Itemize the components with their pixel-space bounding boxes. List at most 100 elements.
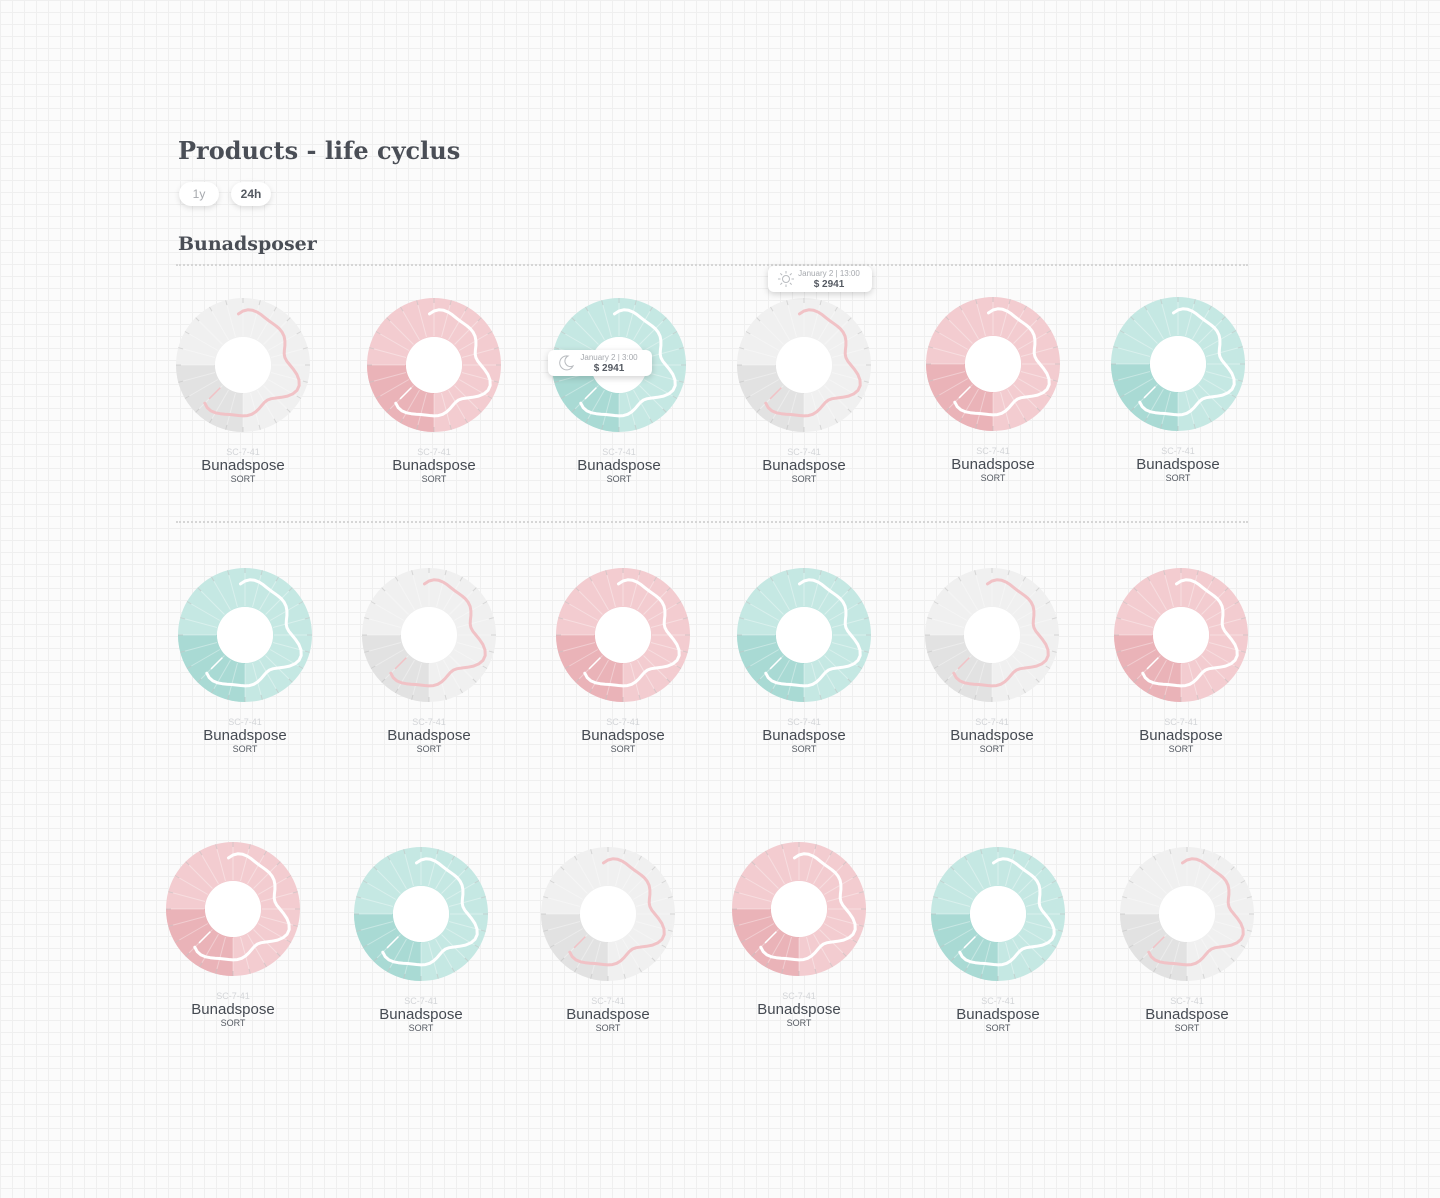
product-name: Bunadspose xyxy=(762,457,846,474)
product-name: Bunadspose xyxy=(387,727,471,744)
product-name: Bunadspose xyxy=(1145,1006,1229,1023)
product-name: Bunadspose xyxy=(956,1006,1040,1023)
life-cycle-donut[interactable] xyxy=(736,297,872,433)
product-variant: SORT xyxy=(786,1018,812,1028)
donut-hole xyxy=(965,336,1021,392)
product-sku: SC-7-41 xyxy=(228,717,262,727)
product-variant: SORT xyxy=(979,744,1005,754)
product-card[interactable]: SC-7-41 Bunadspose SORT xyxy=(177,567,313,757)
donut-hole xyxy=(1153,607,1209,663)
life-cycle-donut[interactable] xyxy=(165,841,301,977)
product-sku: SC-7-41 xyxy=(226,447,260,457)
product-sku: SC-7-41 xyxy=(1170,996,1204,1006)
life-cycle-donut[interactable] xyxy=(366,297,502,433)
tooltip-date: January 2 | 3:00 xyxy=(580,353,638,362)
product-card[interactable]: SC-7-41 Bunadspose SORT xyxy=(353,846,489,1036)
product-sku: SC-7-41 xyxy=(981,996,1015,1006)
product-sku: SC-7-41 xyxy=(976,446,1010,456)
product-card[interactable]: SC-7-41 Bunadspose SORT xyxy=(175,297,311,487)
product-name: Bunadspose xyxy=(1136,456,1220,473)
product-card[interactable]: SC-7-41 Bunadspose SORT xyxy=(731,841,867,1031)
product-sku: SC-7-41 xyxy=(404,996,438,1006)
donut-hole xyxy=(970,886,1026,942)
life-cycle-donut[interactable] xyxy=(540,846,676,982)
product-variant: SORT xyxy=(1165,473,1191,483)
product-sku: SC-7-41 xyxy=(975,717,1009,727)
product-sku: SC-7-41 xyxy=(606,717,640,727)
product-variant: SORT xyxy=(232,744,258,754)
donut-hole xyxy=(217,607,273,663)
product-name: Bunadspose xyxy=(379,1006,463,1023)
period-toggle-24h[interactable]: 24h xyxy=(231,182,271,206)
life-cycle-donut[interactable] xyxy=(1110,296,1246,432)
product-card[interactable]: SC-7-41 Bunadspose SORT xyxy=(925,296,1061,486)
product-variant: SORT xyxy=(408,1023,434,1033)
product-variant: SORT xyxy=(606,474,632,484)
life-cycle-donut[interactable] xyxy=(1113,567,1249,703)
product-variant: SORT xyxy=(230,474,256,484)
value-tooltip[interactable]: January 2 | 13:00 $ 2941 xyxy=(768,266,872,292)
product-card[interactable]: SC-7-41 Bunadspose SORT xyxy=(924,567,1060,757)
life-cycle-donut[interactable] xyxy=(177,567,313,703)
product-name: Bunadspose xyxy=(581,727,665,744)
donut-hole xyxy=(215,337,271,393)
product-variant: SORT xyxy=(791,474,817,484)
product-sku: SC-7-41 xyxy=(1164,717,1198,727)
product-variant: SORT xyxy=(421,474,447,484)
section-title: Bunadsposer xyxy=(178,233,317,255)
donut-hole xyxy=(580,886,636,942)
product-card[interactable]: SC-7-41 Bunadspose SORT xyxy=(366,297,502,487)
period-toggle-1y[interactable]: 1y xyxy=(179,182,219,206)
tooltip-price: $ 2941 xyxy=(813,279,845,290)
product-variant: SORT xyxy=(220,1018,246,1028)
product-name: Bunadspose xyxy=(757,1001,841,1018)
life-cycle-donut[interactable] xyxy=(930,846,1066,982)
life-cycle-donut[interactable] xyxy=(361,567,497,703)
product-name: Bunadspose xyxy=(191,1001,275,1018)
product-name: Bunadspose xyxy=(392,457,476,474)
product-sku: SC-7-41 xyxy=(412,717,446,727)
product-card[interactable]: SC-7-41 Bunadspose SORT xyxy=(930,846,1066,1036)
donut-hole xyxy=(1159,886,1215,942)
section-divider xyxy=(176,264,1248,266)
product-name: Bunadspose xyxy=(203,727,287,744)
product-variant: SORT xyxy=(791,744,817,754)
page-title: Products - life cyclus xyxy=(178,136,461,165)
product-name: Bunadspose xyxy=(577,457,661,474)
product-card[interactable]: SC-7-41 Bunadspose SORT xyxy=(1113,567,1249,757)
product-variant: SORT xyxy=(1174,1023,1200,1033)
product-sku: SC-7-41 xyxy=(782,991,816,1001)
life-cycle-donut[interactable] xyxy=(924,567,1060,703)
product-name: Bunadspose xyxy=(762,727,846,744)
life-cycle-donut[interactable] xyxy=(731,841,867,977)
product-card[interactable]: SC-7-41 Bunadspose SORT xyxy=(1110,296,1246,486)
donut-hole xyxy=(771,881,827,937)
product-sku: SC-7-41 xyxy=(602,447,636,457)
product-card[interactable]: SC-7-41 Bunadspose SORT xyxy=(165,841,301,1031)
life-cycle-donut[interactable] xyxy=(555,567,691,703)
product-card[interactable]: SC-7-41 Bunadspose SORT xyxy=(1119,846,1255,1036)
value-tooltip[interactable]: January 2 | 3:00 $ 2941 xyxy=(548,350,652,376)
life-cycle-donut[interactable] xyxy=(736,567,872,703)
product-variant: SORT xyxy=(980,473,1006,483)
product-name: Bunadspose xyxy=(1139,727,1223,744)
life-cycle-donut[interactable] xyxy=(175,297,311,433)
product-variant: SORT xyxy=(985,1023,1011,1033)
life-cycle-donut[interactable] xyxy=(925,296,1061,432)
product-name: Bunadspose xyxy=(201,457,285,474)
life-cycle-donut[interactable] xyxy=(353,846,489,982)
product-card[interactable]: SC-7-41 Bunadspose SORT xyxy=(736,567,872,757)
tooltip-date: January 2 | 13:00 xyxy=(798,269,860,278)
product-card[interactable]: SC-7-41 Bunadspose SORT xyxy=(551,297,687,487)
donut-hole xyxy=(964,607,1020,663)
product-sku: SC-7-41 xyxy=(787,717,821,727)
life-cycle-donut[interactable] xyxy=(1119,846,1255,982)
product-name: Bunadspose xyxy=(951,456,1035,473)
product-card[interactable]: SC-7-41 Bunadspose SORT xyxy=(361,567,497,757)
donut-hole xyxy=(401,607,457,663)
product-sku: SC-7-41 xyxy=(216,991,250,1001)
tooltip-price: $ 2941 xyxy=(593,363,625,374)
product-card[interactable]: SC-7-41 Bunadspose SORT xyxy=(555,567,691,757)
product-card[interactable]: SC-7-41 Bunadspose SORT xyxy=(540,846,676,1036)
product-card[interactable]: SC-7-41 Bunadspose SORT xyxy=(736,297,872,487)
